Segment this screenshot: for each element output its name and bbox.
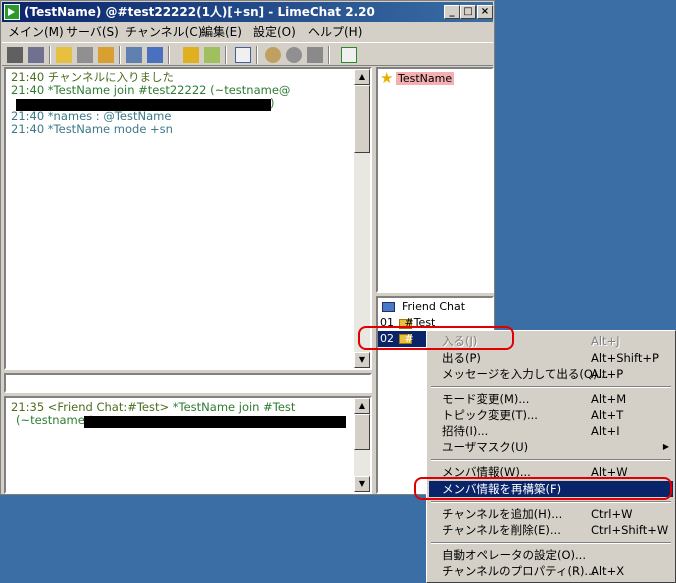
window-title: (TestName) @#test22222(1人)[+sn] - LimeCh… [24, 5, 375, 19]
checklist-icon[interactable] [235, 47, 251, 63]
menu-channel[interactable]: チャンネル(C) [125, 24, 202, 40]
toolbar-separator [49, 46, 51, 64]
exit-icon[interactable] [341, 47, 357, 63]
toolbar [2, 42, 493, 66]
search-icon[interactable] [265, 47, 281, 63]
log-message: *TestName join #Test [172, 400, 296, 414]
monitor-icon[interactable] [147, 47, 163, 63]
scroll-down-button[interactable]: ▼ [354, 352, 370, 368]
menu-separator [431, 386, 671, 388]
scroll-thumb[interactable] [354, 414, 370, 450]
menu-item-topic[interactable]: トピック変更(T)... Alt+T [429, 407, 673, 423]
menu-main[interactable]: メイン(M) [8, 24, 64, 40]
toolbar-separator [225, 46, 227, 64]
join-channel-icon[interactable] [56, 47, 72, 63]
menu-separator [431, 542, 671, 544]
scroll-up-button[interactable]: ▲ [354, 69, 370, 85]
log-line: ) [270, 96, 275, 110]
menu-item-add-channel[interactable]: チャンネルを追加(H)... Ctrl+W [429, 506, 673, 522]
title-bar[interactable]: (TestName) @#test22222(1人)[+sn] - LimeCh… [2, 2, 493, 22]
server-log-scrollbar[interactable]: ▲ ▼ [354, 398, 370, 492]
toolbar-separator [256, 46, 258, 64]
toolbar-separator [119, 46, 121, 64]
talk-icon[interactable] [286, 47, 302, 63]
maximize-button[interactable]: □ [460, 5, 476, 19]
disconnect-icon[interactable] [28, 47, 44, 63]
computer-icon [382, 302, 395, 312]
minimize-button[interactable]: _ [444, 5, 460, 19]
menu-item-user-mask[interactable]: ユーザマスク(U) ▶ [429, 439, 673, 455]
menu-item-part-with-message[interactable]: メッセージを入力して出る(Q)... Alt+P [429, 366, 673, 382]
menu-settings[interactable]: 設定(O) [253, 24, 296, 40]
menu-item-channel-properties[interactable]: チャンネルのプロパティ(R)... Alt+X [429, 563, 673, 579]
log-line: 21:40 *TestName mode +sn [11, 122, 173, 136]
submenu-arrow-icon: ▶ [662, 442, 669, 451]
scroll-up-button[interactable]: ▲ [354, 398, 370, 414]
log-line: 21:40 *TestName join #test22222 (~testna… [11, 83, 291, 97]
star-icon: ★ [380, 69, 394, 87]
menu-item-auto-op[interactable]: 自動オペレータの設定(O)... [429, 547, 673, 563]
limechat-window: (TestName) @#test22222(1人)[+sn] - LimeCh… [0, 0, 495, 495]
menu-edit[interactable]: 編集(E) [201, 24, 242, 40]
menu-item-part[interactable]: 出る(P) Alt+Shift+P [429, 350, 673, 366]
edit-icon[interactable] [204, 47, 220, 63]
channel-folder-icon[interactable] [98, 47, 114, 63]
annotation-highlight-rebuild [414, 477, 672, 500]
toolbar-separator [168, 46, 170, 64]
toolbar-separator [328, 46, 330, 64]
lock-icon[interactable] [183, 47, 199, 63]
server-item[interactable]: Friend Chat [382, 299, 492, 315]
menu-bar: メイン(M) サーバ(S) チャンネル(C) 編集(E) 設定(O) ヘルプ(H… [2, 23, 493, 41]
log-prefix: 21:35 <Friend Chat:#Test> [11, 400, 173, 414]
user-icon[interactable] [307, 47, 323, 63]
scroll-down-button[interactable]: ▼ [354, 476, 370, 492]
channel-context-menu: 入る(J) Alt+J 出る(P) Alt+Shift+P メッセージを入力して… [426, 330, 676, 583]
menu-item-invite[interactable]: 招待(I)... Alt+I [429, 423, 673, 439]
menu-separator [431, 459, 671, 461]
member-name: TestName [396, 72, 455, 85]
member-list[interactable]: ★ TestName [376, 67, 494, 293]
leave-channel-icon[interactable] [77, 47, 93, 63]
server-label: Friend Chat [402, 300, 466, 313]
menu-help[interactable]: ヘルプ(H) [308, 24, 362, 40]
server-list-icon[interactable] [126, 47, 142, 63]
channel-log[interactable]: 21:40 チャンネルに入りました 21:40 *TestName join #… [4, 67, 372, 370]
log-scrollbar[interactable]: ▲ ▼ [354, 69, 370, 368]
close-button[interactable]: × [477, 5, 493, 19]
server-log[interactable]: 21:35 <Friend Chat:#Test> *TestName join… [4, 396, 372, 494]
scroll-thumb[interactable] [354, 85, 370, 153]
connect-icon[interactable] [7, 47, 23, 63]
annotation-highlight-join [358, 326, 514, 350]
message-input[interactable] [4, 373, 372, 393]
limechat-app-icon [4, 4, 20, 20]
menu-separator [431, 501, 671, 503]
menu-server[interactable]: サーバ(S) [66, 24, 119, 40]
menu-item-delete-channel[interactable]: チャンネルを削除(E)... Ctrl+Shift+W [429, 522, 673, 538]
menu-item-mode[interactable]: モード変更(M)... Alt+M [429, 391, 673, 407]
redacted-hostmask [84, 416, 346, 428]
